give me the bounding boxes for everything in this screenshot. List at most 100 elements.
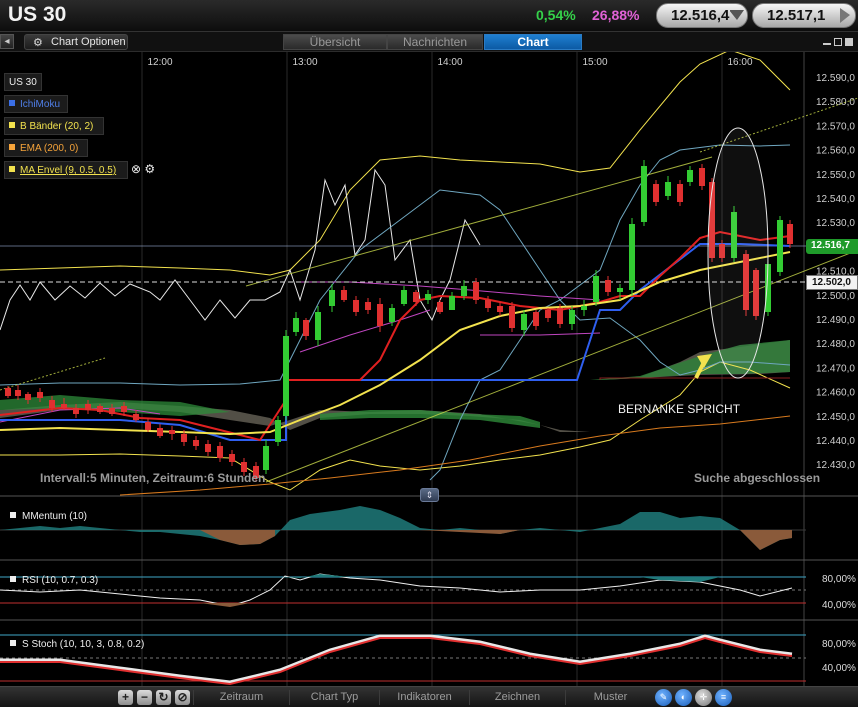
menu-drawing[interactable]: Zeichnen [469,690,565,705]
color-swatch-icon [9,144,15,150]
refresh-icon[interactable]: ↻ [156,690,171,705]
menu-chart-type[interactable]: Chart Typ [289,690,379,705]
legend-ema[interactable]: EMA (200, 0) [4,139,88,157]
candle-up [687,170,693,182]
candle-down [677,184,683,202]
price-chart[interactable]: 12:00 13:00 14:00 15:00 16:00 12.590,0 12.580… [0,52,858,686]
candle-down [787,224,793,244]
arrow-up-icon [840,8,850,23]
candle-up [581,306,587,310]
restore-icon[interactable] [834,38,842,46]
candle-down [145,422,151,430]
legend-bollinger[interactable]: B Bänder (20, 2) [4,117,104,135]
candle-down [605,280,611,292]
time-axis-label: 15:00 [582,57,607,68]
arrow-left-icon: ◂ [4,36,10,47]
color-icon[interactable]: ◐ [675,689,692,706]
search-status: Suche abgeschlossen [694,471,821,485]
menu-indicators[interactable]: Indikatoren [379,690,469,705]
price-axis-label: 12.460,0 [816,388,855,399]
candle-down [485,300,491,308]
candle-down [509,306,515,328]
candle-up [617,288,623,292]
legend-ma-envelope[interactable]: MA Envel (9, 0.5, 0.5) [4,161,128,179]
momentum-label[interactable]: MMentum (10) [10,511,87,522]
price-axis-label: 12.480,0 [816,339,855,350]
candle-down [49,400,55,408]
time-axis-label: 16:00 [727,57,752,68]
chart-annotation: BERNANKE SPRICHT [618,402,741,416]
candle-up [777,220,783,272]
rsi-level-low: 40,00% [822,600,856,611]
menu-patterns[interactable]: Muster [565,690,655,705]
quote-header: US 30 0,54% 26,88% 12.516,4 12.517,1 [0,0,858,32]
crosshair-icon[interactable]: ✛ [695,689,712,706]
reset-icon[interactable]: ⊘ [175,690,190,705]
price-axis-label: 12.560,0 [816,146,855,157]
ichimoku-lagging-span [0,168,481,331]
data-icon[interactable]: ≡ [715,689,732,706]
price-axis-label: 12.540,0 [816,194,855,205]
price-axis-label: 12.440,0 [816,436,855,447]
arrow-down-icon [730,10,744,20]
minimize-icon[interactable] [823,38,831,46]
sell-price-value: 12.516,4 [671,7,730,24]
price-axis-label: 12.490,0 [816,315,855,326]
chart-options-label: Chart Optionen [51,36,126,48]
candle-up [293,318,299,332]
back-button[interactable]: ◂ [0,34,14,49]
candle-down [15,390,21,396]
zoom-in-icon[interactable]: + [118,690,133,705]
legend-us30[interactable]: US 30 [4,73,42,91]
interval-info: Intervall:5 Minuten, Zeitraum:6 Stunden [40,471,266,485]
candle-down [413,292,419,302]
tab-chart[interactable]: Chart [484,34,582,50]
menu-period[interactable]: Zeitraum [193,690,289,705]
candle-down [109,408,115,414]
candle-down [121,406,127,412]
chart-toolbar: ◂ ⚙ Chart Optionen Übersicht Nachrichten… [0,32,858,52]
time-axis-label: 13:00 [292,57,317,68]
candle-down [73,408,79,414]
maximize-icon[interactable] [845,38,853,46]
candle-down [25,394,31,400]
time-axis-label: 12:00 [147,57,172,68]
gear-icon[interactable]: ⚙ [144,162,155,176]
change-percent: 0,54% [536,7,576,23]
candle-up [329,290,335,306]
close-circle-icon[interactable]: ⊗ [131,162,141,176]
reference-price-tag: 12.502,0 [806,275,858,290]
price-axis-label: 12.430,0 [816,460,855,471]
buy-price-button[interactable]: 12.517,1 [752,3,856,28]
stoch-label[interactable]: S Stoch (10, 10, 3, 0.8, 0.2) [10,639,144,650]
candle-up [569,310,575,324]
candle-up [449,296,455,310]
candle-up [263,446,269,470]
pencil-icon[interactable]: ✎ [655,689,672,706]
price-axis-label: 12.470,0 [816,363,855,374]
candle-up [629,224,635,290]
candle-down [473,282,479,300]
candle-down [353,300,359,312]
candle-up [593,276,599,302]
chart-options-button[interactable]: ⚙ Chart Optionen [24,34,128,50]
tab-overview[interactable]: Übersicht [283,34,387,50]
rsi-label[interactable]: RSI (10, 0.7, 0.3) [10,575,98,586]
sell-price-button[interactable]: 12.516,4 [656,3,748,28]
candle-down [229,454,235,462]
rsi-level-high: 80,00% [822,574,856,585]
candle-up [425,294,431,300]
panel-splitter-handle[interactable]: ⇕ [420,488,439,502]
color-swatch-icon [9,100,15,106]
stoch-level-low: 40,00% [822,663,856,674]
ichimoku-cloud [0,340,790,432]
candle-down [365,302,371,310]
candle-down [341,290,347,300]
legend-ichimoku[interactable]: IchiMoku [4,95,68,113]
tab-news[interactable]: Nachrichten [387,34,483,50]
price-axis-label: 12.570,0 [816,121,855,132]
zoom-out-icon[interactable]: − [137,690,152,705]
price-axis-label: 12.580,0 [816,97,855,108]
candle-up [641,166,647,222]
gear-icon: ⚙ [33,37,43,49]
